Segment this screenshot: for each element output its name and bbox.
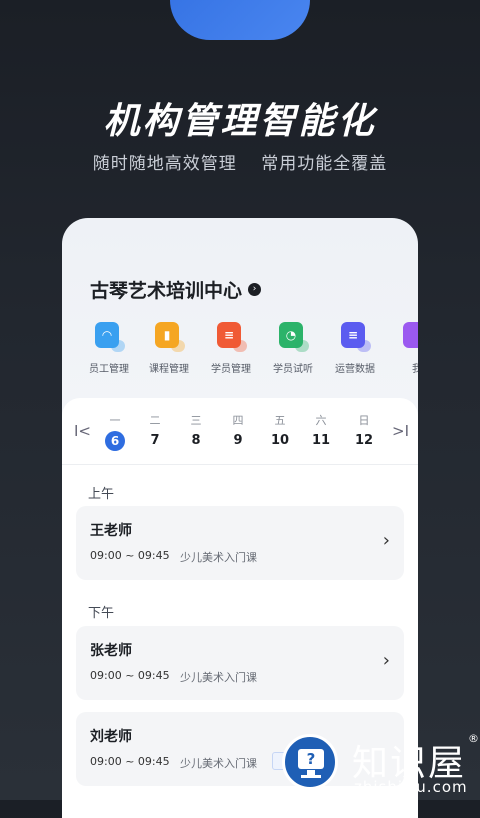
watermark-domain: zhishiwu.com [354, 778, 468, 796]
weekday: 日 [358, 414, 370, 427]
day-item[interactable]: 一 6 [100, 412, 130, 451]
data-icon: ≡ [339, 322, 371, 352]
date: 10 [270, 433, 290, 448]
date: 8 [191, 433, 201, 448]
course-name: 少儿美术入门课 [180, 671, 257, 684]
chevron-right-icon: › [382, 530, 390, 551]
morning-label: 上午 [88, 487, 115, 502]
weekday: 一 [109, 414, 121, 427]
function-grid: ◠ 员工管理 ▮ 课程管理 ≡ 学员管理 ◔ 学员试听 ≡ 运营数据 我 [80, 322, 418, 375]
func-course[interactable]: ▮ 课程管理 [138, 322, 200, 375]
func-label: 运营数据 [335, 364, 375, 375]
weekday: 二 [149, 414, 161, 427]
student-icon: ≡ [215, 322, 247, 352]
course-name: 少儿美术入门课 [180, 757, 257, 770]
func-student[interactable]: ≡ 学员管理 [200, 322, 262, 375]
date: 6 [105, 431, 125, 451]
date: 11 [311, 433, 331, 448]
promo-headline: 机构管理智能化 [103, 101, 377, 142]
lesson-time: 09:00 ~ 09:45 [90, 549, 170, 562]
watermark: ? 知识屋 ® zhishiwu.com [282, 732, 480, 800]
lesson-time: 09:00 ~ 09:45 [90, 755, 170, 768]
weekday: 三 [190, 414, 202, 427]
day-item[interactable]: 五 10 [265, 412, 295, 451]
teacher-name: 刘老师 [90, 729, 132, 745]
chevron-right-icon: › [382, 650, 390, 671]
func-trial[interactable]: ◔ 学员试听 [262, 322, 324, 375]
teacher-name: 王老师 [90, 523, 132, 539]
func-staff[interactable]: ◠ 员工管理 [80, 322, 138, 375]
org-selector[interactable]: 古琴艺术培训中心 › [90, 276, 262, 303]
brand-shape [170, 0, 310, 40]
date: 7 [150, 433, 160, 448]
weekday: 六 [315, 414, 327, 427]
promo-sub2: 常用功能全覆盖 [261, 154, 388, 174]
prev-week-icon[interactable]: I< [74, 422, 91, 440]
lesson-time: 09:00 ~ 09:45 [90, 669, 170, 682]
help-monitor-icon: ? [282, 734, 338, 790]
staff-icon: ◠ [93, 322, 125, 352]
date: 9 [233, 433, 243, 448]
func-more[interactable]: 我 [386, 322, 418, 375]
app-preview: 古琴艺术培训中心 › ◠ 员工管理 ▮ 课程管理 ≡ 学员管理 ◔ 学员试听 ≡… [62, 218, 418, 818]
org-name: 古琴艺术培训中心 [90, 280, 243, 302]
course-icon: ▮ [153, 322, 185, 352]
arrow-right-icon: › [248, 283, 262, 296]
registered-icon: ® [468, 732, 479, 745]
week-strip: I< 一 6 二 7 三 8 四 9 五 10 六 11 日 12 >I [62, 412, 418, 452]
teacher-name: 张老师 [90, 643, 132, 659]
func-label: 我 [412, 364, 418, 375]
course-name: 少儿美术入门课 [180, 551, 257, 564]
lesson-card[interactable]: 王老师 09:00 ~ 09:45 少儿美术入门课 › [76, 506, 404, 580]
day-item[interactable]: 六 11 [306, 412, 336, 451]
afternoon-label: 下午 [88, 606, 115, 621]
day-item[interactable]: 三 8 [181, 412, 211, 451]
day-item[interactable]: 日 12 [349, 412, 379, 451]
weekday: 四 [232, 414, 244, 427]
promo-subline: 随时随地高效管理 常用功能全覆盖 [0, 149, 480, 174]
func-label: 员工管理 [89, 364, 129, 375]
weekday: 五 [274, 414, 286, 427]
day-item[interactable]: 二 7 [140, 412, 170, 451]
func-label: 学员试听 [273, 364, 313, 375]
date: 12 [354, 433, 374, 448]
func-label: 课程管理 [149, 364, 189, 375]
trial-icon: ◔ [277, 322, 309, 352]
next-week-icon[interactable]: >I [392, 422, 409, 440]
more-icon [401, 322, 418, 352]
func-data[interactable]: ≡ 运营数据 [324, 322, 386, 375]
day-item[interactable]: 四 9 [223, 412, 253, 451]
divider [62, 464, 418, 465]
func-label: 学员管理 [211, 364, 251, 375]
promo-sub1: 随时随地高效管理 [92, 154, 237, 174]
lesson-card[interactable]: 张老师 09:00 ~ 09:45 少儿美术入门课 › [76, 626, 404, 700]
